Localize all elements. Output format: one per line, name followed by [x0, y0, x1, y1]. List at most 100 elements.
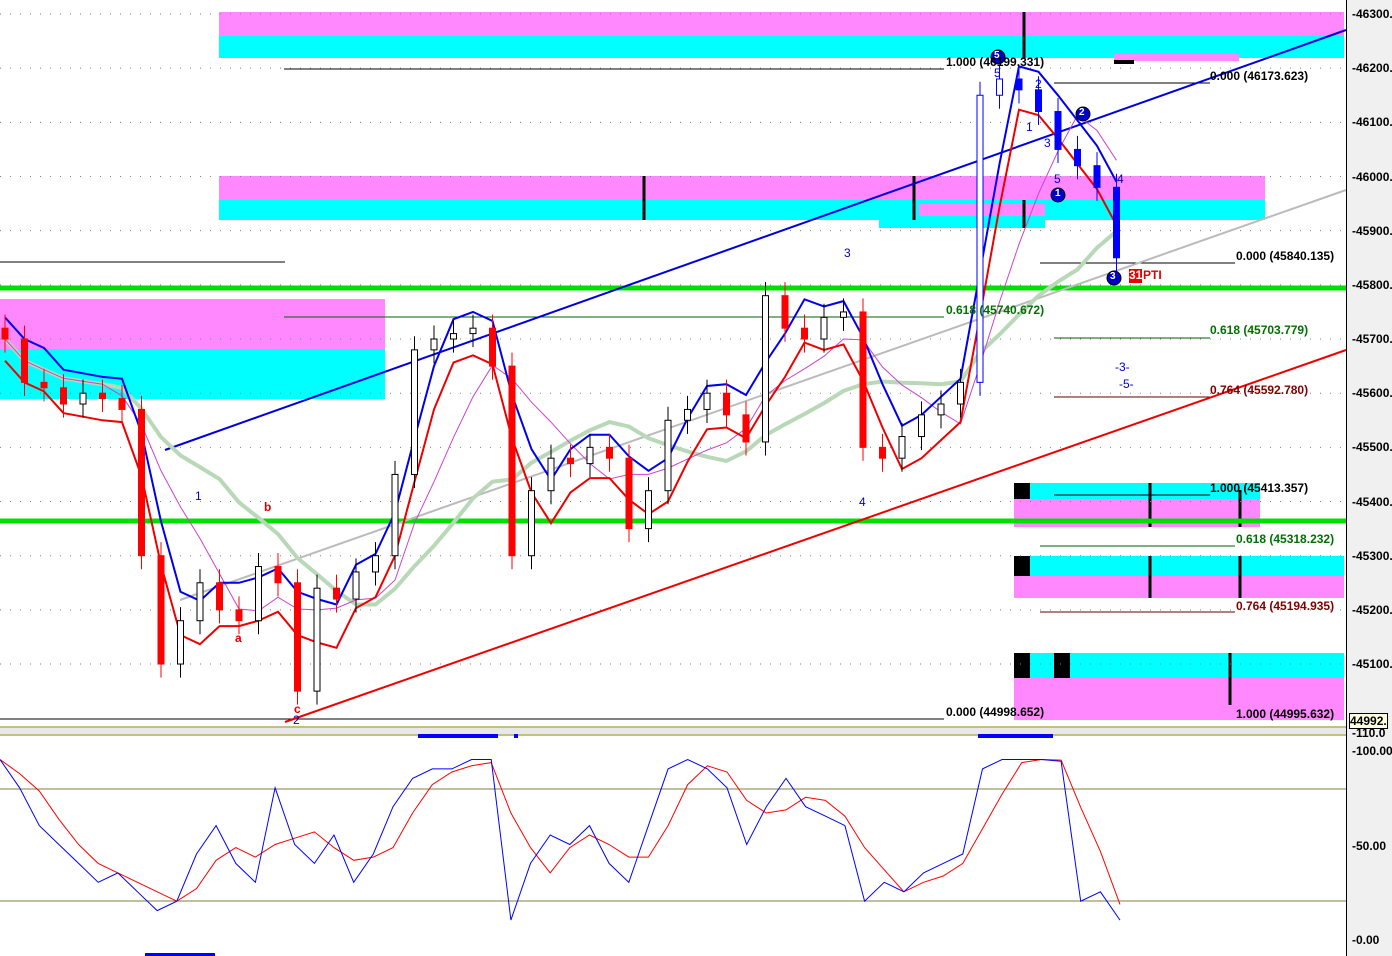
candle: [528, 490, 535, 557]
fib-label: 0.764 (45592.780): [1210, 383, 1309, 397]
circle-label: 5: [994, 50, 1000, 61]
wave-label: 5: [994, 66, 1001, 80]
candle: [918, 414, 925, 438]
candle: [820, 316, 828, 340]
candle: [411, 349, 418, 475]
candle: [567, 457, 574, 465]
price-tick: -46200.: [1352, 61, 1392, 76]
candle: [645, 490, 652, 530]
marker-text: PTI: [1143, 268, 1162, 282]
stochastic-k-line: [0, 758, 1121, 921]
fib-label: 0.618 (45318.232): [1236, 532, 1335, 546]
wave-label: 3: [1044, 136, 1051, 150]
zone-pink: [219, 176, 1265, 200]
candle: [1, 327, 9, 340]
candle: [313, 587, 321, 692]
candle: [430, 338, 438, 351]
candle: [294, 582, 301, 692]
fib-label: 0.000 (45840.135): [1236, 249, 1335, 263]
price-axis: [1346, 0, 1392, 956]
last-price-label: 44992.: [1349, 713, 1388, 729]
wave-label: 5: [1054, 172, 1061, 186]
candle: [1035, 89, 1042, 113]
candle: [274, 566, 282, 584]
zone-pink: [1014, 576, 1344, 598]
candle: [957, 381, 964, 405]
circle-label: 1: [1055, 188, 1061, 199]
candle: [859, 311, 867, 448]
circle-label: 3: [1110, 271, 1116, 282]
candle: [157, 555, 165, 665]
candle: [684, 408, 691, 421]
abc-label: b: [264, 500, 272, 514]
osc-tick: -100.00: [1352, 744, 1392, 758]
candle: [489, 327, 496, 367]
price-tick: -45900.: [1352, 223, 1392, 238]
candle: [21, 338, 28, 383]
candle: [1113, 186, 1120, 259]
price-tick: -45200.: [1352, 602, 1392, 617]
wave-label: 4: [1117, 172, 1124, 186]
wave-label: 1: [195, 489, 202, 503]
candle: [1074, 148, 1081, 167]
candle: [1015, 78, 1023, 91]
candle: [742, 414, 750, 443]
candle: [996, 78, 1003, 96]
marker-number: 31: [1129, 268, 1143, 282]
candle: [450, 333, 457, 340]
candle: [469, 327, 477, 335]
zone-pink: [219, 12, 1344, 36]
candle: [352, 571, 360, 600]
candle: [177, 620, 184, 665]
candle: [255, 566, 262, 622]
zone-pink: [0, 299, 385, 349]
abc-label: c: [294, 702, 301, 716]
fib-label: 0.618 (45703.779): [1210, 323, 1309, 337]
candle: [801, 327, 808, 340]
candle: [138, 408, 145, 557]
stochastic-d-line: [0, 758, 1121, 905]
candle: [976, 94, 984, 383]
candle: [723, 392, 730, 416]
fib-label: 1.000 (45413.357): [1210, 481, 1309, 495]
candle: [547, 457, 555, 492]
price-tick: -45400.: [1352, 494, 1392, 509]
price-tick: -46100.: [1352, 115, 1392, 130]
candle: [937, 403, 945, 416]
candle: [586, 446, 594, 465]
candle: [664, 419, 672, 492]
fib-label: 0.000 (46173.623): [1210, 69, 1309, 83]
candle: [99, 392, 106, 400]
zone-pink: [1114, 54, 1239, 61]
candle: [703, 392, 711, 410]
candle: [606, 446, 613, 459]
price-tick: -46000.: [1352, 169, 1392, 184]
price-tick: -46300.: [1352, 7, 1392, 21]
price-tick: -45500.: [1352, 440, 1392, 455]
wave-label: -3-: [1115, 360, 1130, 374]
price-chart: [0, 12, 1347, 956]
wave-label: -5-: [1119, 377, 1134, 391]
candle: [1054, 111, 1062, 150]
wave-label: 1: [1026, 120, 1033, 134]
candle: [118, 398, 126, 410]
osc-tick: -50.00: [1352, 839, 1387, 853]
candle: [40, 381, 48, 389]
price-tick: -45700.: [1352, 332, 1392, 347]
candle: [879, 446, 886, 459]
abc-label: a: [235, 631, 242, 645]
candle: [625, 457, 633, 530]
candle: [508, 365, 516, 557]
price-tick: -45800.: [1352, 277, 1392, 292]
candle: [60, 387, 67, 405]
trendline-blue: [164, 29, 1347, 451]
price-tick: -45100.: [1352, 657, 1392, 672]
candle: [372, 555, 379, 573]
candle: [216, 582, 223, 611]
candle: [1093, 165, 1101, 188]
fib-label: 1.000 (44995.632): [1236, 707, 1335, 721]
fib-label: 0.764 (45194.935): [1236, 599, 1335, 613]
candle: [235, 609, 243, 622]
candle: [762, 295, 769, 443]
price-tick: -45600.: [1352, 386, 1392, 401]
